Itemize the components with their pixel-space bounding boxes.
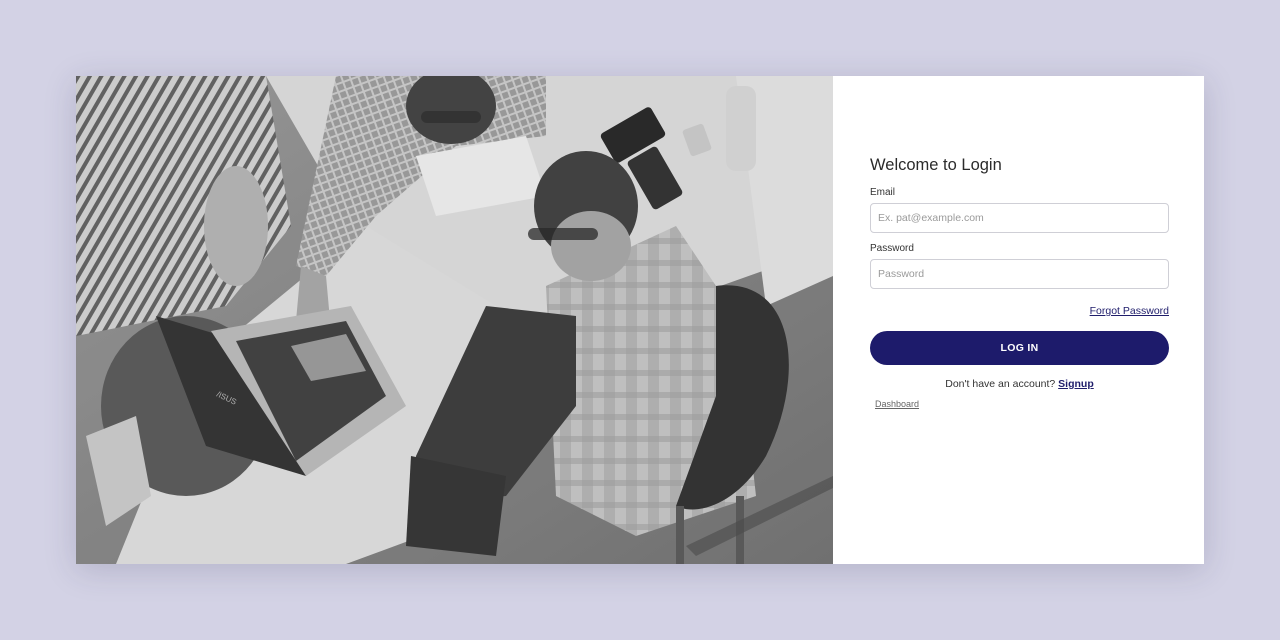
signup-prompt: Don't have an account? [945,378,1056,390]
password-input[interactable] [870,259,1169,289]
login-title: Welcome to Login [870,156,1002,174]
password-label: Password [870,243,914,254]
email-label: Email [870,187,896,198]
hero-photo-illustration: /ISUS [76,76,833,564]
hero-photo: /ISUS [76,76,833,564]
dashboard-row: Dashboard [870,397,1169,410]
signup-link[interactable]: Signup [1058,378,1094,390]
forgot-password-row: Forgot Password [870,301,1169,317]
forgot-password-link[interactable]: Forgot Password [1090,305,1169,317]
dashboard-link[interactable]: Dashboard [875,399,919,409]
login-form: Welcome to Login Email Password Forgot P… [870,154,1169,410]
signup-row: Don't have an account? Signup [870,377,1169,391]
email-input[interactable] [870,203,1169,233]
login-card: /ISUS Welcome to Login Email Password [76,76,1204,564]
login-panel: Welcome to Login Email Password Forgot P… [833,76,1204,564]
login-button[interactable]: LOG IN [870,331,1169,365]
